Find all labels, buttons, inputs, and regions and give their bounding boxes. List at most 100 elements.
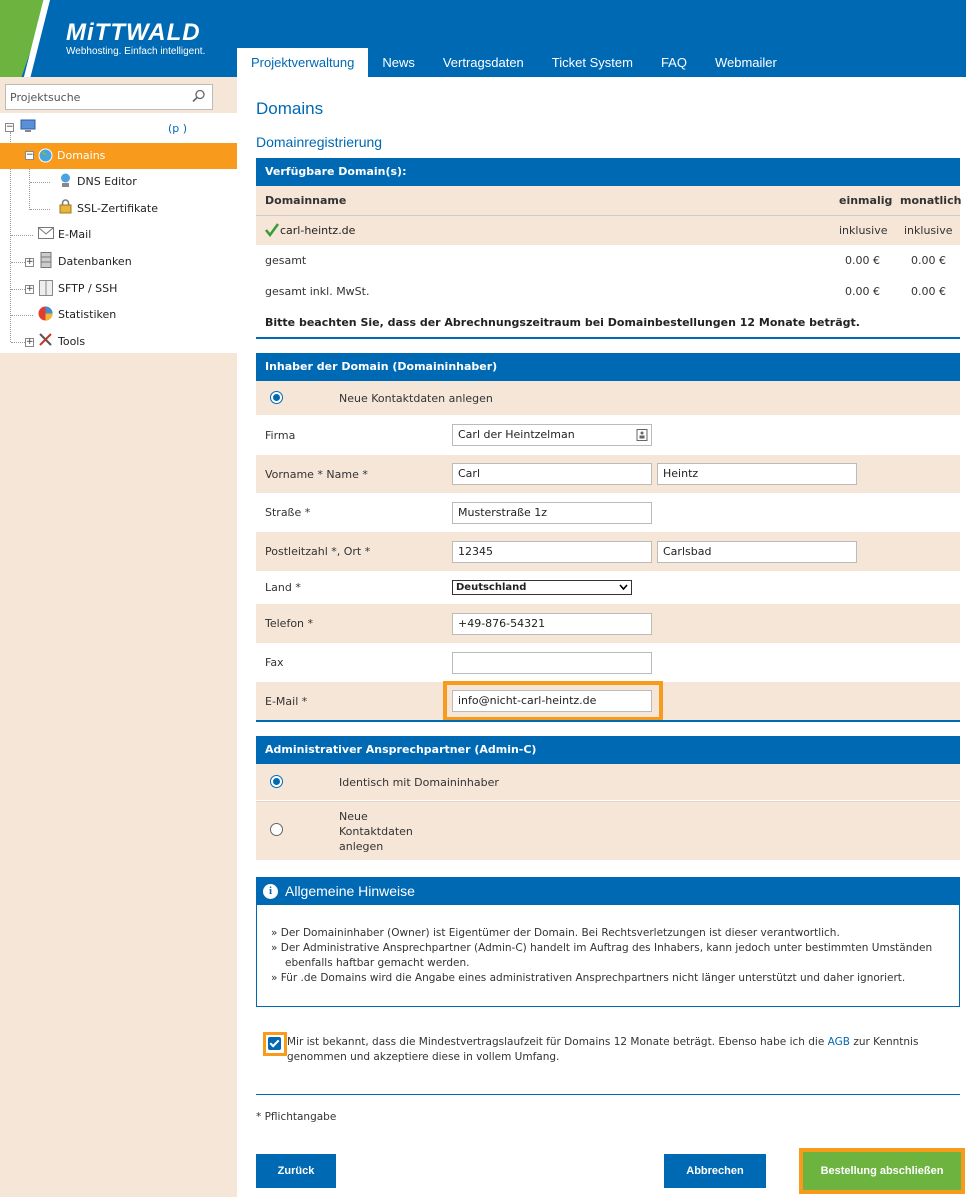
first-name-input[interactable]: Carl bbox=[452, 463, 652, 485]
admin-new-label-line: Neue bbox=[339, 810, 368, 823]
sidebar-item-datenbanken[interactable]: Datenbanken bbox=[58, 252, 132, 272]
cancel-button[interactable]: Abbrechen bbox=[664, 1154, 766, 1188]
domain-monthly: inklusive bbox=[904, 224, 953, 237]
sidebar-item-email[interactable]: E-Mail bbox=[58, 225, 91, 245]
admin-new-label: Neue Kontaktdaten anlegen bbox=[339, 809, 413, 854]
search-placeholder: Projektsuche bbox=[10, 91, 81, 104]
divider bbox=[256, 337, 960, 339]
phone-label: Telefon * bbox=[265, 617, 314, 630]
street-input[interactable]: Musterstraße 1z bbox=[452, 502, 652, 524]
admin-header: Administrativer Ansprechpartner (Admin-C… bbox=[256, 736, 960, 764]
fax-label: Fax bbox=[265, 656, 284, 669]
billing-note: Bitte beachten Sie, dass der Abrechnungs… bbox=[265, 315, 860, 329]
pie-chart-icon bbox=[38, 306, 53, 321]
hints-list: » Der Domaininhaber (Owner) ist Eigentüm… bbox=[271, 926, 951, 986]
total-monthly: 0.00 € bbox=[911, 254, 946, 267]
tools-icon bbox=[39, 333, 52, 346]
table-header-row: Domainname einmalig monatlich bbox=[256, 186, 962, 215]
zip-input[interactable]: 12345 bbox=[452, 541, 652, 563]
hints-title: Allgemeine Hinweise bbox=[285, 883, 415, 899]
table-row: gesamt 0.00 € 0.00 € bbox=[256, 246, 960, 275]
sidebar-item-domains[interactable]: − Domains bbox=[0, 143, 237, 169]
collapse-toggle[interactable]: − bbox=[5, 123, 14, 132]
hint-item: » Der Domaininhaber (Owner) ist Eigentüm… bbox=[271, 927, 840, 939]
tab-news[interactable]: News bbox=[368, 48, 429, 77]
tab-faq[interactable]: FAQ bbox=[647, 48, 701, 77]
hints-box: i Allgemeine Hinweise » Der Domaininhabe… bbox=[256, 877, 960, 1007]
search-icon[interactable] bbox=[192, 89, 206, 103]
total-tax-label: gesamt inkl. MwSt. bbox=[265, 285, 370, 298]
required-note: * Pflichtangabe bbox=[256, 1111, 337, 1123]
logo[interactable]: MiTTWALD bbox=[66, 20, 201, 46]
admin-same-radio[interactable] bbox=[270, 775, 283, 788]
country-value: Deutschland bbox=[456, 582, 527, 593]
contact-card-icon[interactable] bbox=[636, 429, 648, 441]
tree-line bbox=[30, 209, 50, 210]
tab-projektverwaltung[interactable]: Projektverwaltung bbox=[237, 48, 369, 77]
divider bbox=[256, 720, 960, 722]
certificate-icon bbox=[59, 199, 72, 214]
last-name-input[interactable]: Heintz bbox=[657, 463, 857, 485]
col-einmalig: einmalig bbox=[839, 194, 893, 207]
country-select[interactable]: Deutschland bbox=[452, 580, 632, 595]
dns-icon bbox=[61, 173, 70, 187]
phone-input[interactable]: +49-876-54321 bbox=[452, 613, 652, 635]
total-label: gesamt bbox=[265, 254, 307, 267]
info-icon: i bbox=[263, 884, 278, 899]
tree-line bbox=[11, 342, 25, 343]
city-input[interactable]: Carlsbad bbox=[657, 541, 857, 563]
country-label: Land * bbox=[265, 581, 301, 594]
total-tax-monthly: 0.00 € bbox=[911, 285, 946, 298]
tree-line bbox=[11, 235, 33, 236]
tab-vertragsdaten[interactable]: Vertragsdaten bbox=[429, 48, 538, 77]
database-icon bbox=[40, 252, 52, 268]
email-input[interactable]: info@nicht-carl-heintz.de bbox=[452, 690, 652, 712]
mail-icon bbox=[38, 227, 54, 239]
sidebar-item-tools[interactable]: Tools bbox=[58, 332, 85, 352]
email-label: E-Mail * bbox=[265, 694, 308, 708]
divider bbox=[256, 1094, 960, 1095]
terms-checkbox[interactable] bbox=[268, 1037, 281, 1050]
col-domainname: Domainname bbox=[265, 194, 347, 207]
domain-name: carl-heintz.de bbox=[280, 224, 356, 237]
expand-toggle[interactable]: + bbox=[25, 338, 34, 347]
owner-header: Inhaber der Domain (Domaininhaber) bbox=[256, 353, 960, 381]
sidebar-item-ssl[interactable]: SSL-Zertifikate bbox=[77, 199, 158, 219]
col-monatlich: monatlich bbox=[900, 194, 962, 207]
tab-ticket-system[interactable]: Ticket System bbox=[538, 48, 647, 77]
firma-input[interactable]: Carl der Heintzelman bbox=[452, 424, 652, 446]
fax-input[interactable] bbox=[452, 652, 652, 674]
agb-link[interactable]: AGB bbox=[828, 1036, 850, 1048]
sidebar-item-sftp-ssh[interactable]: SFTP / SSH bbox=[58, 279, 117, 299]
table-row: carl-heintz.de inklusive inklusive bbox=[256, 216, 960, 245]
project-search-input[interactable]: Projektsuche bbox=[5, 84, 213, 110]
expand-toggle[interactable]: + bbox=[25, 285, 34, 294]
zip-city-label: Postleitzahl *, Ort * bbox=[265, 545, 371, 558]
submit-order-button[interactable]: Bestellung abschließen bbox=[803, 1152, 961, 1190]
hint-item: » Der Administrative Ansprechpartner (Ad… bbox=[271, 942, 933, 969]
total-once: 0.00 € bbox=[845, 254, 880, 267]
server-icon bbox=[39, 280, 53, 296]
admin-new-radio[interactable] bbox=[270, 823, 283, 836]
tree-line bbox=[30, 182, 50, 183]
collapse-toggle[interactable]: − bbox=[25, 151, 34, 160]
check-icon bbox=[265, 223, 279, 237]
project-root-label[interactable]: (p ) bbox=[168, 119, 187, 139]
page-subtitle: Domainregistrierung bbox=[256, 134, 383, 150]
owner-new-radio[interactable] bbox=[270, 391, 283, 404]
tree-line bbox=[29, 162, 30, 210]
page-title: Domains bbox=[256, 99, 324, 118]
back-button[interactable]: Zurück bbox=[256, 1154, 336, 1188]
terms-text-part: Mir ist bekannt, dass die Mindestvertrag… bbox=[287, 1036, 828, 1048]
admin-same-label: Identisch mit Domaininhaber bbox=[339, 775, 499, 789]
tab-webmailer[interactable]: Webmailer bbox=[701, 48, 791, 77]
expand-toggle[interactable]: + bbox=[25, 258, 34, 267]
sidebar-item-statistiken[interactable]: Statistiken bbox=[58, 305, 116, 325]
logo-tagline: Webhosting. Einfach intelligent. bbox=[66, 46, 206, 57]
table-row: gesamt inkl. MwSt. 0.00 € 0.00 € bbox=[256, 277, 960, 306]
sidebar-item-dns-editor[interactable]: DNS Editor bbox=[77, 172, 137, 192]
tree-line bbox=[11, 289, 25, 290]
globe-icon bbox=[38, 148, 53, 163]
hints-header: i Allgemeine Hinweise bbox=[257, 878, 959, 905]
admin-same-row: Identisch mit Domaininhaber bbox=[256, 764, 960, 800]
